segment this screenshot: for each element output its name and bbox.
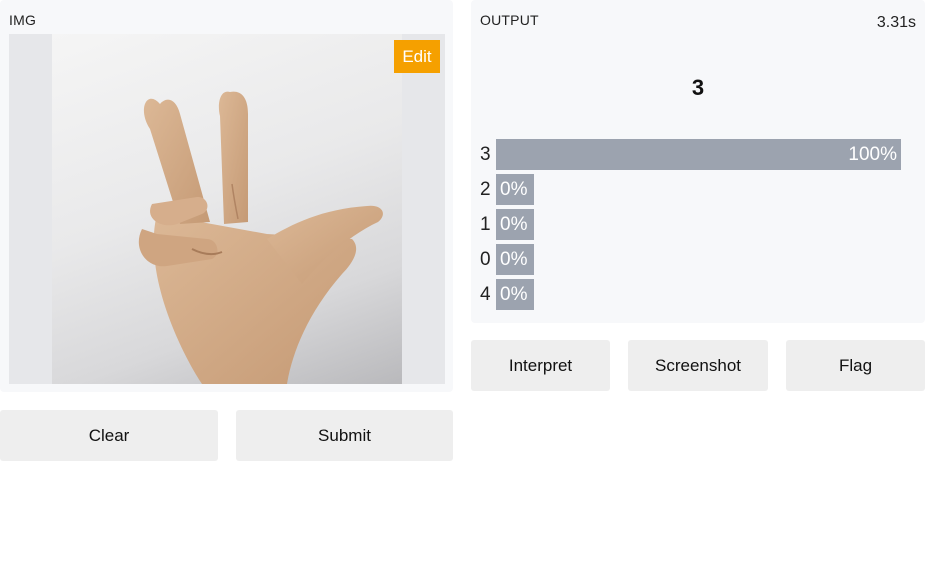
predicted-label: 3 xyxy=(691,75,705,100)
confidence-class: 0 xyxy=(480,248,491,270)
interpret-button[interactable]: Interpret xyxy=(471,340,610,391)
confidence-value: 0% xyxy=(500,213,528,235)
output-label: OUTPUT xyxy=(480,12,539,28)
screenshot-button[interactable]: Screenshot xyxy=(628,340,768,391)
confidence-class: 2 xyxy=(480,178,491,200)
confidence-class: 4 xyxy=(480,283,491,305)
inference-time: 3.31s xyxy=(876,14,916,31)
confidence-class: 1 xyxy=(480,213,491,235)
confidence-value: 0% xyxy=(500,178,528,200)
submit-button[interactable]: Submit xyxy=(236,410,453,461)
confidence-bar: 0% xyxy=(496,209,534,240)
clear-button[interactable]: Clear xyxy=(0,410,218,461)
confidence-row: 2 0% xyxy=(480,174,534,205)
edit-button[interactable]: Edit xyxy=(394,40,440,73)
flag-button[interactable]: Flag xyxy=(786,340,925,391)
input-label: IMG xyxy=(9,12,37,28)
hand-gesture-image xyxy=(52,34,402,384)
confidence-bar: 100% xyxy=(496,139,901,170)
image-input-panel: IMG Edit xyxy=(0,0,453,392)
output-panel: OUTPUT 3.31s 3 3 100% 2 0% 1 0% 0 0% 4 0… xyxy=(471,0,925,323)
confidence-row: 3 100% xyxy=(480,139,901,170)
confidence-row: 1 0% xyxy=(480,209,534,240)
image-upload-area[interactable] xyxy=(9,34,445,384)
confidence-bar: 0% xyxy=(496,244,534,275)
confidence-class: 3 xyxy=(480,143,491,165)
confidence-row: 0 0% xyxy=(480,244,534,275)
confidence-bar: 0% xyxy=(496,174,534,205)
confidence-row: 4 0% xyxy=(480,279,534,310)
confidence-value: 100% xyxy=(848,143,897,165)
confidence-value: 0% xyxy=(500,248,528,270)
confidence-bar: 0% xyxy=(496,279,534,310)
confidence-value: 0% xyxy=(500,283,528,305)
